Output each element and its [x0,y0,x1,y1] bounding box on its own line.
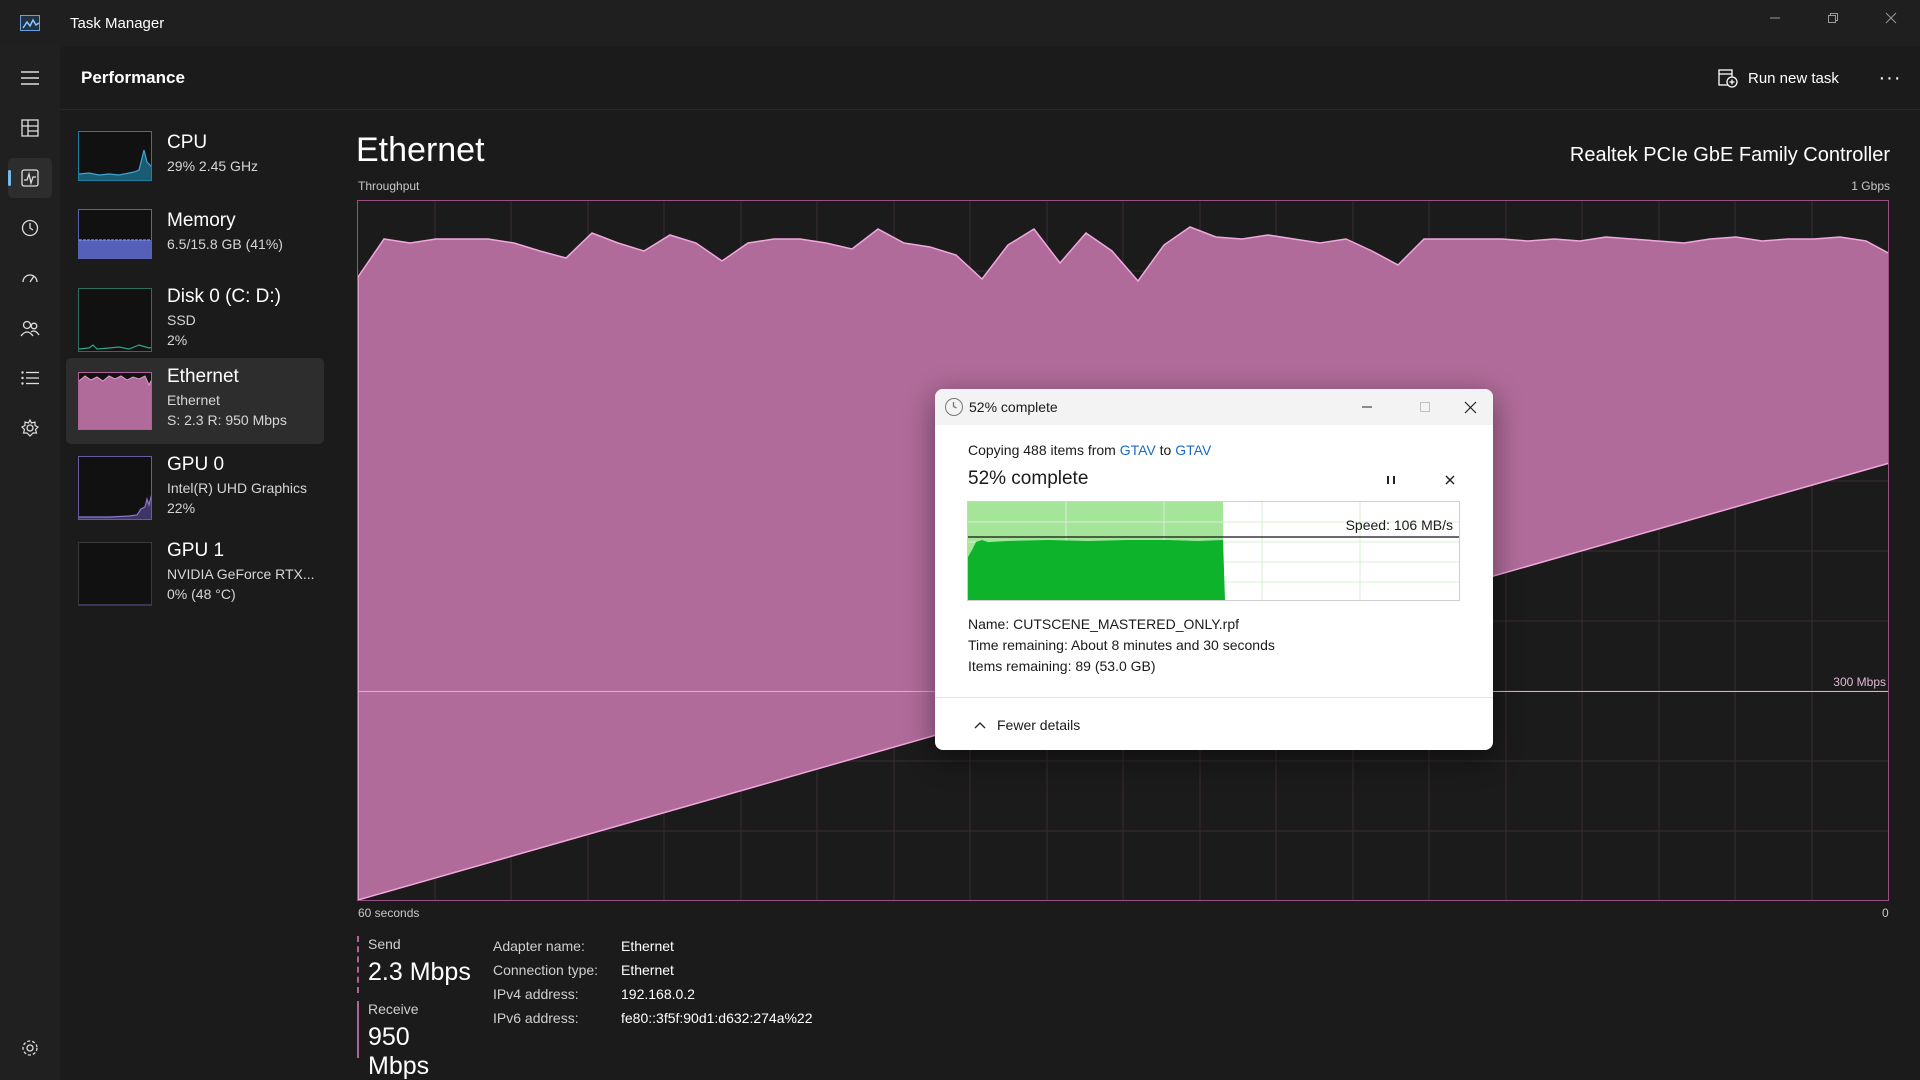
send-value: 2.3 Mbps [368,958,471,986]
hamburger-menu-icon[interactable] [8,58,52,98]
transfer-speed: Speed: 106 MB/s [1345,517,1453,533]
device-item-cpu[interactable]: CPU 29% 2.45 GHz [66,120,324,198]
copy-progress-dialog: 52% complete Copying 488 items from GTAV… [935,389,1493,750]
device-name: GPU 1 [167,540,225,561]
cancel-copy-button[interactable] [1437,467,1463,493]
device-item-disk[interactable]: Disk 0 (C: D:) SSD 2% [66,276,324,362]
device-type: NVIDIA GeForce RTX... [167,566,315,582]
receive-stat: Receive 950 Mbps [357,1001,477,1080]
device-name: Disk 0 (C: D:) [167,286,281,307]
receive-value: 950 Mbps [368,1023,430,1080]
users-icon[interactable] [8,308,52,348]
dialog-title: 52% complete [969,399,1058,415]
copy-description: Copying 488 items from GTAV to GTAV [968,442,1211,458]
details-icon[interactable] [8,358,52,398]
device-type: SSD [167,312,196,328]
clock-icon [945,398,963,416]
items-remaining: Items remaining: 89 (53.0 GB) [968,658,1156,674]
transfer-speed-graph: Speed: 106 MB/s [967,501,1460,601]
device-detail: 6.5/15.8 GB (41%) [167,236,283,252]
dialog-maximize-button [1402,389,1448,425]
run-new-task-button[interactable]: Run new task [1718,60,1839,96]
performance-icon[interactable] [8,158,52,198]
ipv6-value: fe80::3f5f:90d1:d632:274a%22 [621,1010,813,1026]
memory-thumbnail [78,209,152,259]
device-type: Intel(R) UHD Graphics [167,480,308,496]
device-type: Ethernet [167,392,220,408]
device-detail: 22% [167,500,196,516]
destination-folder-link[interactable]: GTAV [1175,442,1211,458]
ethernet-thumbnail [78,372,152,430]
performance-title: Ethernet [356,131,485,169]
page-header: Performance Run new task ··· [60,46,1920,110]
device-detail: 0% (48 °C) [167,586,236,602]
disk-thumbnail [78,288,152,352]
navigation-rail [0,46,60,1080]
device-detail: 29% 2.45 GHz [167,158,259,174]
current-file-name: Name: CUTSCENE_MASTERED_ONLY.rpf [968,616,1239,632]
adapter-name-value: Ethernet [621,938,674,954]
dialog-footer: Fewer details [935,697,1493,750]
source-folder-link[interactable]: GTAV [1120,442,1156,458]
device-item-ethernet[interactable]: Ethernet Ethernet S: 2.3 R: 950 Mbps [66,358,324,444]
title-bar: Task Manager [0,0,1920,46]
more-options-icon[interactable]: ··· [1872,60,1908,96]
restore-window-button[interactable] [1804,0,1862,36]
fewer-details-button[interactable]: Fewer details [973,717,1080,733]
chevron-up-icon [974,722,986,729]
app-title: Task Manager [70,14,165,32]
ipv6-key: IPv6 address: [493,1010,579,1026]
copy-to: to [1155,442,1176,458]
settings-gear-icon[interactable] [8,1028,52,1068]
pause-button[interactable] [1378,467,1404,493]
zero-label: 0 [1882,906,1889,920]
ipv4-key: IPv4 address: [493,986,579,1002]
dialog-close-button[interactable] [1447,389,1493,425]
run-task-icon [1718,69,1738,88]
send-stat: Send 2.3 Mbps [357,936,477,993]
device-name: Ethernet [167,366,239,387]
ipv4-value: 192.168.0.2 [621,986,695,1002]
time-span-label: 60 seconds [358,906,420,920]
device-name: CPU [167,132,208,153]
fewer-details-label: Fewer details [997,717,1081,733]
cpu-thumbnail [78,131,152,181]
device-name: GPU 0 [167,454,225,475]
processes-icon[interactable] [8,108,52,148]
time-remaining: Time remaining: About 8 minutes and 30 s… [968,637,1275,653]
mid-scale-label: 300 Mbps [1833,675,1886,689]
pause-icon [1387,476,1395,484]
device-detail: 2% [167,332,188,348]
device-name: Memory [167,210,236,231]
copy-prefix: Copying 488 items from [968,442,1120,458]
gpu0-thumbnail [78,456,152,520]
dialog-minimize-button[interactable] [1344,389,1390,425]
cancel-icon [1445,475,1455,485]
task-manager-logo-icon [20,15,40,31]
percent-complete: 52% complete [968,468,1089,489]
throughput-label: Throughput [358,179,420,193]
run-new-task-label: Run new task [1748,69,1839,87]
receive-label: Receive [368,1001,419,1017]
send-label: Send [368,936,401,952]
device-item-gpu0[interactable]: GPU 0 Intel(R) UHD Graphics 22% [66,446,324,532]
services-icon[interactable] [8,408,52,448]
adapter-name-key: Adapter name: [493,938,585,954]
app-history-icon[interactable] [8,208,52,248]
startup-apps-icon[interactable] [8,258,52,298]
connection-type-key: Connection type: [493,962,599,978]
connection-type-value: Ethernet [621,962,674,978]
device-item-memory[interactable]: Memory 6.5/15.8 GB (41%) [66,198,324,276]
max-scale-label: 1 Gbps [1851,179,1890,193]
page-title: Performance [81,68,185,87]
device-detail: S: 2.3 R: 950 Mbps [167,412,287,428]
minimize-window-button[interactable] [1746,0,1804,36]
device-item-gpu1[interactable]: GPU 1 NVIDIA GeForce RTX... 0% (48 °C) [66,534,324,620]
close-window-button[interactable] [1862,0,1920,36]
adapter-model: Realtek PCIe GbE Family Controller [1569,144,1890,166]
dialog-title-bar: 52% complete [935,389,1493,425]
gpu1-thumbnail [78,542,152,606]
